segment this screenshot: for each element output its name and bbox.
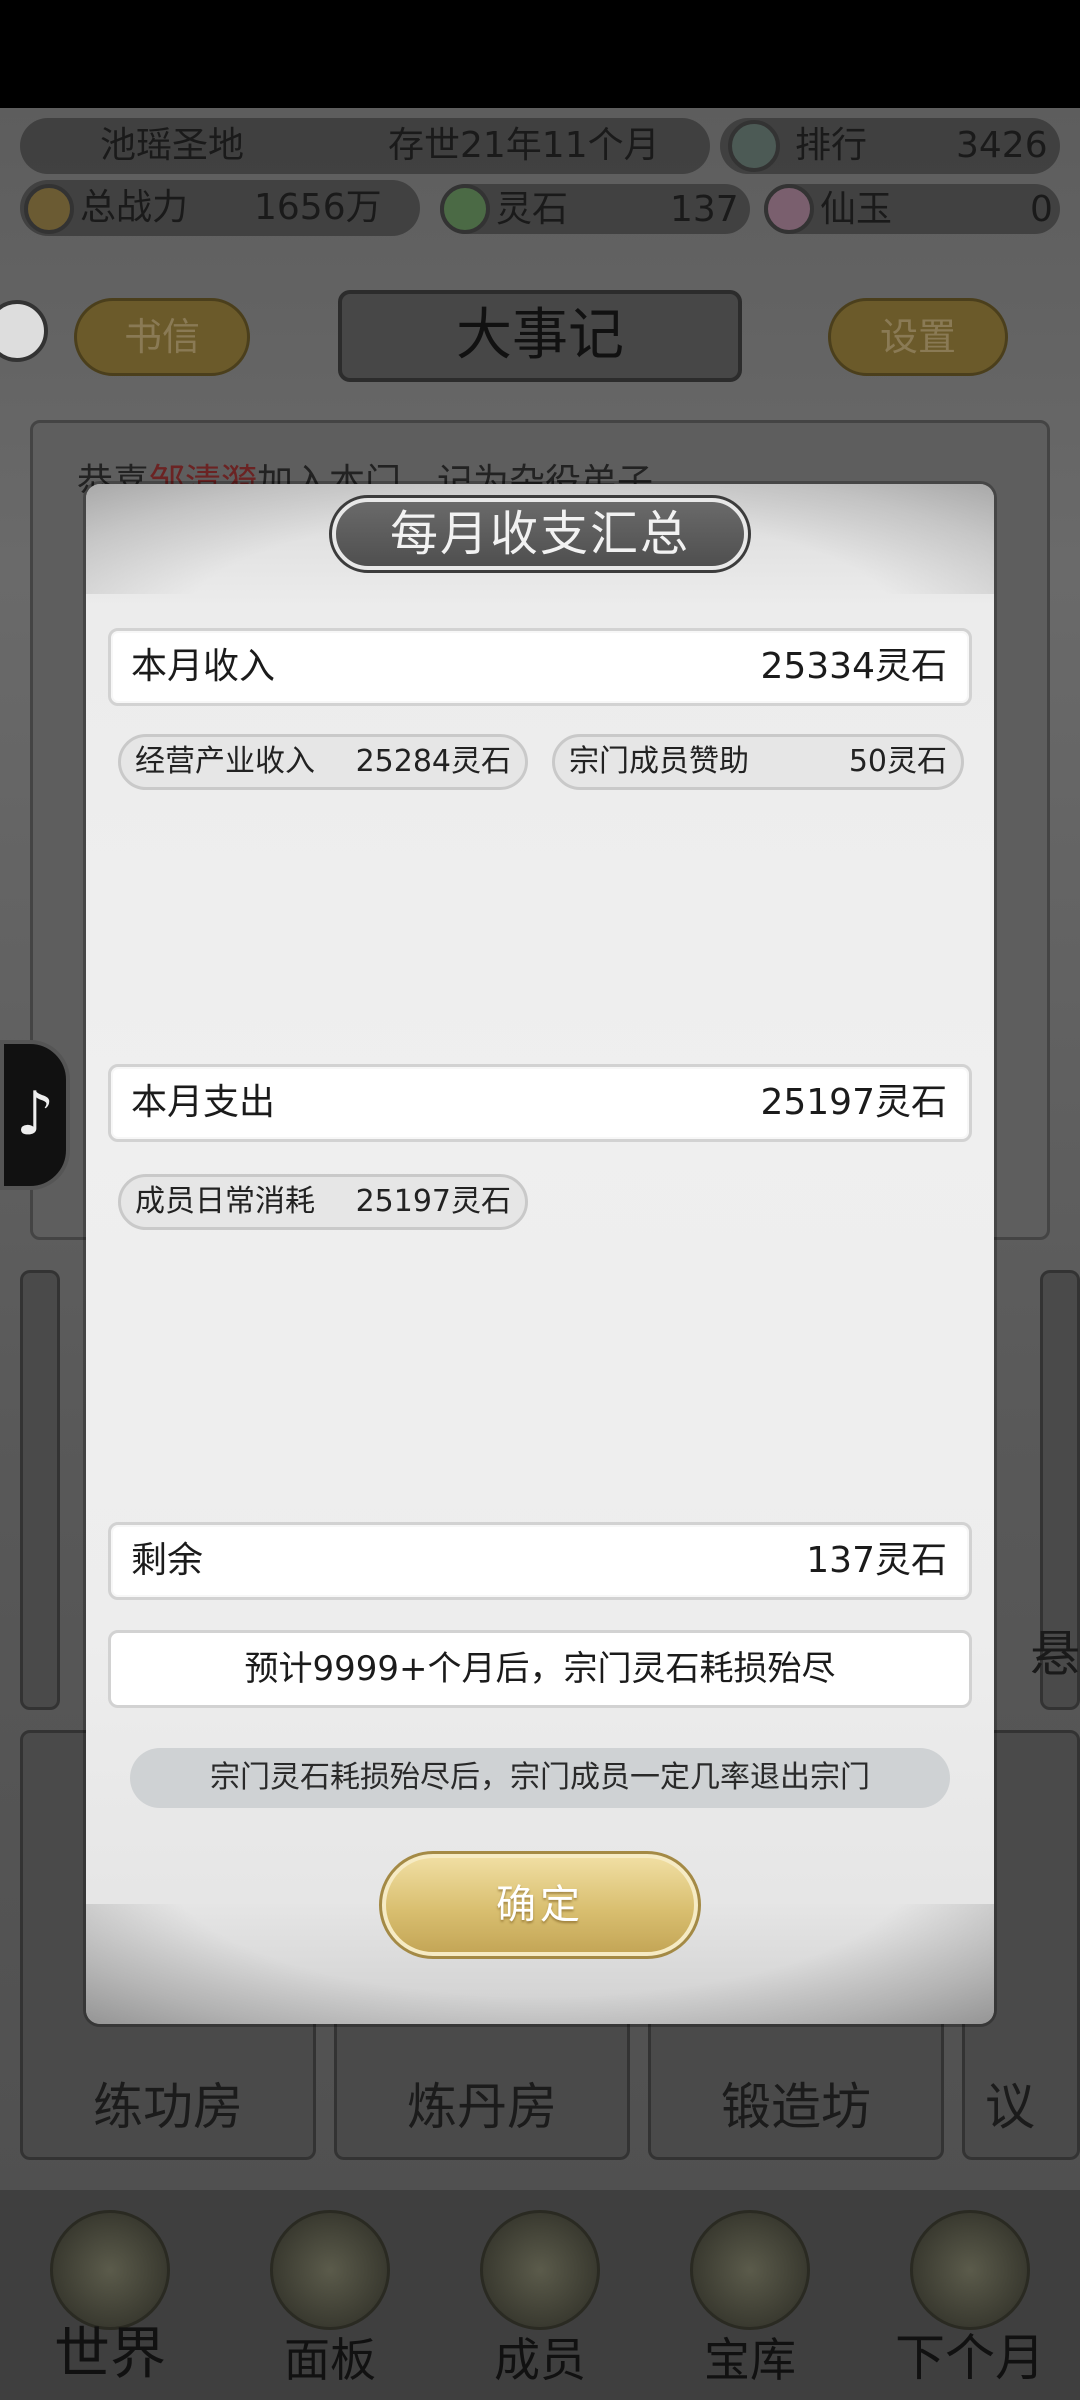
sect-name: 池瑶圣地 <box>100 125 245 166</box>
expense-row: 本月支出 25197灵石 <box>108 1064 972 1142</box>
income-value: 25334灵石 <box>760 646 947 687</box>
nav-panel[interactable]: 面板 <box>240 2210 420 2400</box>
next-month-icon <box>910 2210 1030 2330</box>
spirit-stone-icon <box>440 184 490 234</box>
income-item-chip: 宗门成员赞助 50灵石 <box>552 734 964 790</box>
room-label: 炼丹房 <box>407 2078 557 2136</box>
expense-value: 25197灵石 <box>760 1082 947 1123</box>
rank-icon <box>728 120 780 172</box>
jade-icon <box>764 184 814 234</box>
dialog-title: 每月收支汇总 <box>329 495 751 573</box>
nav-label: 世界 <box>54 2322 166 2387</box>
chip-label: 成员日常消耗 <box>135 1184 315 1219</box>
sect-age: 存世21年11个月 <box>388 125 660 166</box>
expense-item-chip: 成员日常消耗 25197灵石 <box>118 1174 528 1230</box>
status-bar <box>0 0 1080 108</box>
rank-value: 3426 <box>956 125 1048 166</box>
room-label: 锻造坊 <box>721 2078 871 2136</box>
letters-button[interactable]: 书信 <box>74 298 250 376</box>
nav-label: 下个月 <box>895 2329 1045 2387</box>
chip-label: 宗门成员赞助 <box>569 744 749 779</box>
treasury-icon <box>690 2210 810 2330</box>
rank-label: 排行 <box>795 125 868 166</box>
nav-members[interactable]: 成员 <box>450 2210 630 2400</box>
chronicle-title: 大事记 <box>338 290 742 382</box>
chip-label: 经营产业收入 <box>135 744 315 779</box>
nav-label: 面板 <box>284 2333 376 2387</box>
members-icon <box>480 2210 600 2330</box>
monthly-summary-dialog: 每月收支汇总 本月收入 25334灵石 经营产业收入 25284灵石 宗门成员赞… <box>86 484 994 2024</box>
jade-value: 0 <box>1030 189 1053 230</box>
side-room-partial-label: 悬 <box>1030 1625 1080 1683</box>
income-label: 本月收入 <box>131 646 276 687</box>
confirm-button[interactable]: 确定 <box>379 1851 701 1959</box>
room-label: 议 <box>985 2078 1035 2136</box>
chip-value: 25284灵石 <box>355 744 511 779</box>
nav-world[interactable]: 世界 <box>20 2210 200 2400</box>
spirit-stone-value: 137 <box>670 189 739 230</box>
depletion-warning: 宗门灵石耗损殆尽后，宗门成员一定几率退出宗门 <box>130 1748 950 1808</box>
panel-icon <box>270 2210 390 2330</box>
remaining-row: 剩余 137灵石 <box>108 1522 972 1600</box>
room-label: 练功房 <box>93 2078 243 2136</box>
power-value: 1656万 <box>254 187 382 228</box>
depletion-forecast: 预计9999+个月后，宗门灵石耗损殆尽 <box>108 1630 972 1708</box>
jade-label: 仙玉 <box>820 189 893 230</box>
nav-label: 宝库 <box>704 2333 796 2387</box>
chip-value: 50灵石 <box>848 744 947 779</box>
chip-value: 25197灵石 <box>355 1184 511 1219</box>
power-icon <box>24 184 74 234</box>
spirit-stone-label: 灵石 <box>496 189 569 230</box>
nav-next-month[interactable]: 下个月 <box>870 2210 1070 2400</box>
bottom-nav: 世界 面板 成员 宝库 下个月 <box>0 2190 1080 2400</box>
expense-label: 本月支出 <box>131 1082 276 1123</box>
settings-button[interactable]: 设置 <box>828 298 1008 376</box>
remaining-label: 剩余 <box>131 1540 204 1581</box>
nav-treasury[interactable]: 宝库 <box>660 2210 840 2400</box>
income-item-chip: 经营产业收入 25284灵石 <box>118 734 528 790</box>
nav-label: 成员 <box>494 2333 586 2387</box>
remaining-value: 137灵石 <box>806 1540 947 1581</box>
tiktok-float-icon[interactable]: ♪ <box>0 1040 70 1190</box>
power-label: 总战力 <box>80 187 189 228</box>
room-card-left-edge <box>20 1270 60 1710</box>
income-row: 本月收入 25334灵石 <box>108 628 972 706</box>
